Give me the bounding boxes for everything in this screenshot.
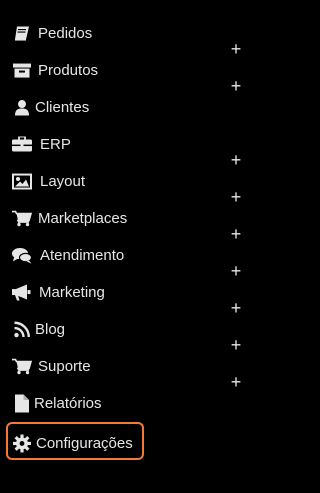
- sidebar-item-relatorios[interactable]: Relatórios: [0, 386, 257, 423]
- sidebar-item-pedidos[interactable]: Pedidos +: [0, 16, 257, 58]
- briefcase-icon: [12, 135, 32, 153]
- sidebar-item-blog[interactable]: Blog +: [0, 312, 257, 354]
- sidebar-item-clientes[interactable]: Clientes: [0, 90, 257, 127]
- archive-box-icon: [12, 61, 32, 79]
- sidebar-item-label: Atendimento: [40, 246, 125, 264]
- sidebar-item-label: Clientes: [35, 98, 90, 116]
- megaphone-icon: [12, 283, 32, 301]
- file-icon: [12, 394, 32, 413]
- sidebar-item-label: Produtos: [38, 61, 99, 79]
- user-icon: [12, 98, 32, 116]
- rss-icon: [12, 320, 32, 338]
- sidebar-item-atendimento[interactable]: Atendimento +: [0, 238, 257, 280]
- image-icon: [12, 172, 32, 190]
- sidebar-item-label: Pedidos: [38, 24, 93, 42]
- sidebar-item-label: Blog: [35, 320, 66, 338]
- sidebar-item-marketplaces[interactable]: Marketplaces +: [0, 201, 257, 243]
- sidebar-item-label: Relatórios: [34, 394, 102, 412]
- sidebar-item-label: Configurações: [36, 434, 133, 452]
- sidebar-item-layout[interactable]: Layout +: [0, 164, 257, 206]
- sidebar-item-produtos[interactable]: Produtos +: [0, 53, 257, 95]
- shopping-cart-icon: [12, 209, 32, 227]
- sidebar-item-label: Layout: [40, 172, 86, 190]
- sidebar-item-label: Suporte: [38, 357, 91, 375]
- sidebar-item-configuracoes[interactable]: Configurações: [0, 423, 257, 460]
- sidebar-item-erp[interactable]: ERP +: [0, 127, 257, 169]
- sidebar-menu: Pedidos + Produtos + Clientes ERP + Layo…: [0, 16, 257, 460]
- chat-bubbles-icon: [12, 246, 32, 264]
- shopping-cart-icon: [12, 357, 32, 375]
- sidebar-item-suporte[interactable]: Suporte +: [0, 349, 257, 391]
- sidebar-item-label: Marketplaces: [38, 209, 128, 227]
- sidebar-item-label: Marketing: [39, 283, 105, 301]
- sidebar-item-marketing[interactable]: Marketing +: [0, 275, 257, 317]
- book-icon: [12, 24, 32, 42]
- sidebar-item-label: ERP: [40, 135, 71, 153]
- gear-icon: [12, 433, 32, 452]
